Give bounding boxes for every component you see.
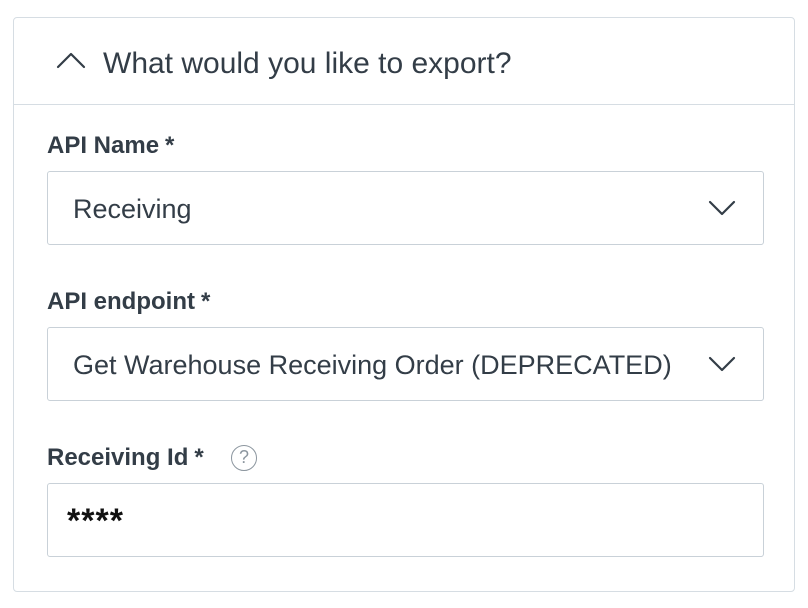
api-endpoint-label: API endpoint * xyxy=(47,287,210,317)
section-title: What would you like to export? xyxy=(103,47,512,80)
export-section-header[interactable]: What would you like to export? xyxy=(14,18,794,105)
api-endpoint-label-text: API endpoint xyxy=(47,288,195,315)
api-name-value: Receiving xyxy=(73,194,192,224)
api-name-label: API Name * xyxy=(47,131,174,161)
required-marker: * xyxy=(194,444,204,471)
receiving-id-label: Receiving Id * xyxy=(47,443,204,473)
required-marker: * xyxy=(200,288,211,315)
chevron-down-icon[interactable] xyxy=(708,356,736,372)
chevron-down-icon[interactable] xyxy=(708,200,736,216)
api-name-select[interactable]: Receiving xyxy=(47,171,764,245)
required-marker: * xyxy=(165,132,175,159)
receiving-id-input[interactable]: **** xyxy=(47,483,764,557)
receiving-id-value: **** xyxy=(67,502,124,540)
export-panel: What would you like to export? API Name *… xyxy=(13,17,795,592)
api-endpoint-value: Get Warehouse Receiving Order (DEPRECATE… xyxy=(73,350,672,380)
chevron-up-icon[interactable] xyxy=(56,51,86,69)
api-endpoint-select[interactable]: Get Warehouse Receiving Order (DEPRECATE… xyxy=(47,327,764,401)
question-circle-icon[interactable]: ? xyxy=(231,445,257,471)
api-name-label-text: API Name xyxy=(47,132,160,159)
receiving-id-label-text: Receiving Id xyxy=(47,444,189,471)
